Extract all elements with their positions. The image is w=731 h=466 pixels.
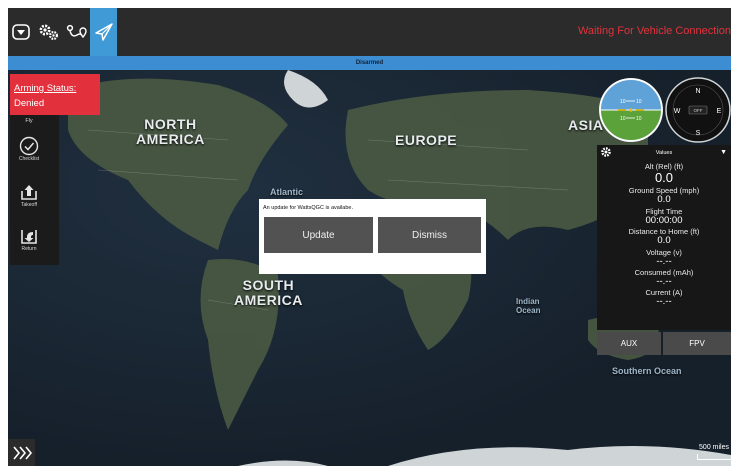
expand-panel-button[interactable] — [8, 439, 35, 466]
arming-status-panel: Arming Status: Denied — [10, 74, 100, 115]
paper-plane-icon — [94, 23, 113, 41]
aux-button[interactable]: AUX — [597, 332, 661, 355]
vehicle-logo-icon — [12, 24, 30, 40]
pitch-tick-3: 10 — [620, 116, 626, 122]
value-row-consumed: Consumed (mAh) --.-- — [634, 268, 694, 288]
arming-status-title: Arming Status: — [14, 83, 77, 94]
vehicle-button[interactable] — [8, 8, 34, 56]
fly-button[interactable] — [90, 8, 117, 56]
app-window: Waiting For Vehicle Connection Disarmed … — [8, 8, 731, 466]
fly-tool-label: Fly — [25, 118, 33, 124]
plan-button[interactable] — [63, 8, 90, 56]
compass-n: N — [695, 88, 700, 95]
label-europe: EUROPE — [395, 132, 458, 148]
dropdown-caret-icon[interactable]: ▼ — [720, 149, 727, 156]
settings-button[interactable] — [35, 8, 62, 56]
return-button[interactable]: Return — [10, 226, 48, 252]
fpv-button[interactable]: FPV — [663, 332, 731, 355]
top-toolbar: Waiting For Vehicle Connection — [8, 8, 731, 56]
value-row-distance-home: Distance to Home (ft) 0.0 — [628, 227, 700, 247]
double-chevron-right-icon — [12, 445, 32, 460]
takeoff-arrow-icon — [21, 185, 37, 200]
values-panel: Values ▼ Alt (Rel) (ft) 0.0 Ground Speed… — [597, 145, 731, 330]
return-label: Return — [21, 246, 37, 252]
compass-e: E — [717, 108, 722, 115]
tool-strip: Fly Checklist Takeoff Return — [10, 115, 59, 265]
checkmark-circle-icon — [19, 136, 39, 156]
update-dialog-message: An update for WattsQGC is availabe. — [263, 205, 353, 211]
value-row-voltage: Voltage (v) --.-- — [646, 247, 682, 267]
value-row-ground-speed: Ground Speed (mph) 0.0 — [628, 186, 700, 206]
label-indian-ocean: Indian Ocean — [516, 297, 541, 315]
compass-indicator: N E W S OFF — [665, 77, 731, 143]
update-dialog: An update for WattsQGC is availabe. Upda… — [259, 199, 486, 274]
takeoff-label: Takeoff — [20, 202, 38, 208]
compass-s: S — [696, 130, 701, 137]
value-row-flight-time: Flight Time 00:00:00 — [645, 206, 683, 226]
values-panel-title: Values — [655, 150, 673, 156]
checklist-button[interactable]: Checklist — [10, 136, 48, 162]
arming-status-value: Denied — [14, 98, 45, 110]
value-row-alt: Alt (Rel) (ft) 0.0 — [644, 162, 684, 185]
map-scale: 500 miles — [697, 444, 731, 460]
pitch-tick-4: 10 — [636, 116, 642, 122]
armed-status-bar: Disarmed — [8, 56, 731, 70]
dismiss-button[interactable]: Dismiss — [378, 217, 481, 253]
connection-status: Waiting For Vehicle Connection — [577, 25, 731, 37]
map-scale-bar — [697, 454, 731, 460]
gears-icon — [39, 24, 58, 41]
checklist-label: Checklist — [18, 156, 40, 162]
values-panel-header[interactable]: Values ▼ — [597, 145, 731, 161]
value-row-current: Current (A) --.-- — [645, 288, 683, 308]
compass-w: W — [674, 108, 681, 115]
label-southern-ocean: Southern Ocean — [612, 366, 682, 376]
attitude-indicator: 10 10 10 10 — [599, 78, 663, 142]
compass-heading-text: OFF — [694, 108, 703, 113]
return-arrow-icon — [21, 230, 37, 244]
takeoff-button[interactable]: Takeoff — [10, 182, 48, 208]
pitch-tick-1: 10 — [620, 99, 626, 105]
route-plan-icon — [66, 24, 87, 39]
map-scale-label: 500 miles — [699, 444, 729, 451]
pitch-tick-2: 10 — [636, 99, 642, 105]
label-south-america: SOUTH AMERICA — [234, 277, 303, 308]
label-atlantic: Atlantic — [270, 187, 304, 197]
update-button[interactable]: Update — [264, 217, 373, 253]
label-north-america: NORTH AMERICA — [136, 116, 205, 147]
flight-instruments: 10 10 10 10 N E W S OFF — [598, 77, 731, 145]
